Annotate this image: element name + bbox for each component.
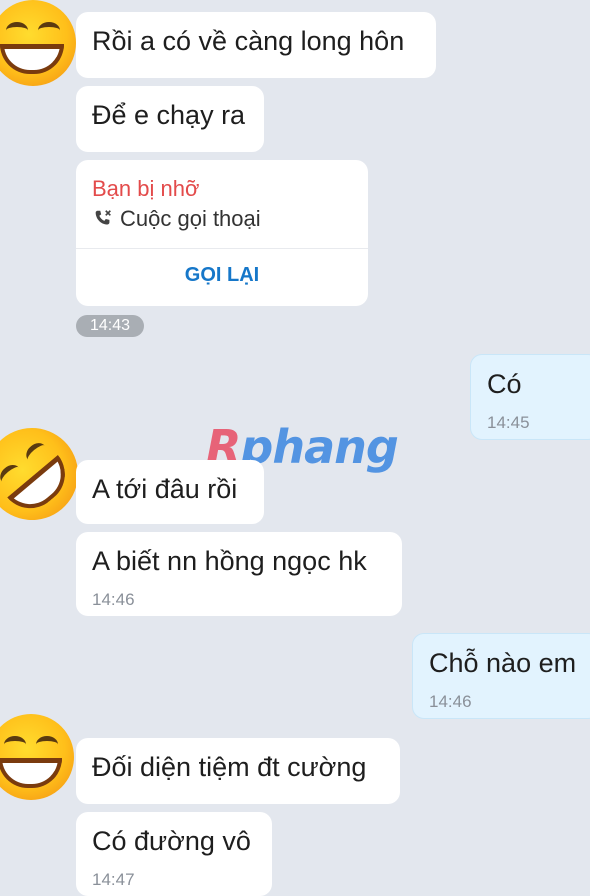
call-type-label: Cuộc gọi thoại (120, 206, 261, 231)
message-time: 14:46 (429, 692, 472, 711)
message-text: A biết nn hồng ngọc hk (92, 546, 367, 576)
message-bubble[interactable]: A biết nn hồng ngọc hk 14:46 (76, 532, 402, 616)
message-bubble[interactable]: Để e chạy ra (76, 86, 264, 152)
missed-call-card: Bạn bị nhỡ Cuộc gọi thoại GỌI LẠI (76, 160, 368, 306)
message-time: 14:45 (487, 413, 530, 432)
missed-call-icon (95, 210, 111, 225)
grinning-emoji-icon (0, 0, 76, 86)
message-text: Rồi a có về càng long hôn (92, 26, 405, 56)
message-time: 14:46 (92, 590, 135, 609)
message-bubble[interactable]: A tới đâu rồi (76, 460, 264, 524)
message-time: 14:47 (92, 870, 135, 889)
message-bubble[interactable]: Có đường vô 14:47 (76, 812, 272, 896)
divider (76, 248, 368, 249)
message-text: A tới đâu rồi (92, 474, 238, 504)
call-type: Cuộc gọi thoại (92, 206, 261, 232)
message-bubble-outgoing[interactable]: Có 14:45 (470, 354, 590, 440)
message-text: Để e chạy ra (92, 100, 246, 130)
grinning-emoji-icon (0, 714, 74, 800)
missed-call-title: Bạn bị nhỡ (92, 176, 200, 201)
message-text: Có (487, 369, 522, 399)
message-text: Có đường vô (92, 826, 251, 856)
message-text: Đối diện tiệm đt cường (92, 752, 367, 782)
message-bubble[interactable]: Đối diện tiệm đt cường (76, 738, 400, 804)
message-text: Chỗ nào em (429, 648, 577, 678)
timestamp-badge: 14:43 (76, 315, 144, 337)
message-bubble[interactable]: Rồi a có về càng long hôn (76, 12, 436, 78)
message-bubble-outgoing[interactable]: Chỗ nào em 14:46 (412, 633, 590, 719)
call-back-button[interactable]: GỌI LẠI (76, 264, 368, 287)
